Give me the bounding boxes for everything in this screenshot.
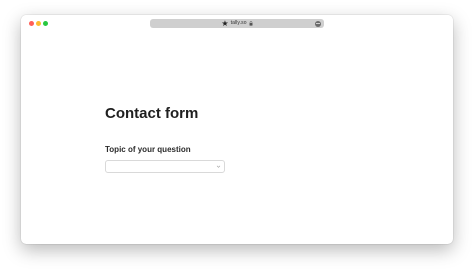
page-content: Contact form Topic of your question xyxy=(21,31,453,244)
minimize-window-button[interactable] xyxy=(36,21,41,26)
title-bar: ★ tally.so xyxy=(21,15,453,31)
stage: ★ tally.so Contact form Topic of your qu… xyxy=(0,0,474,272)
lock-icon xyxy=(249,21,253,26)
browser-window: ★ tally.so Contact form Topic of your qu… xyxy=(21,15,453,244)
address-bar-content: ★ tally.so xyxy=(150,19,324,28)
maximize-window-button[interactable] xyxy=(43,21,48,26)
page-title: Contact form xyxy=(105,105,199,122)
topic-select[interactable] xyxy=(105,160,225,173)
topic-label: Topic of your question xyxy=(105,145,191,154)
address-bar[interactable]: ★ tally.so xyxy=(150,19,324,28)
more-icon[interactable] xyxy=(315,20,321,27)
star-icon: ★ xyxy=(221,19,229,28)
close-window-button[interactable] xyxy=(29,21,34,26)
chevron-down-icon xyxy=(216,165,221,168)
url-text: tally.so xyxy=(230,20,247,26)
